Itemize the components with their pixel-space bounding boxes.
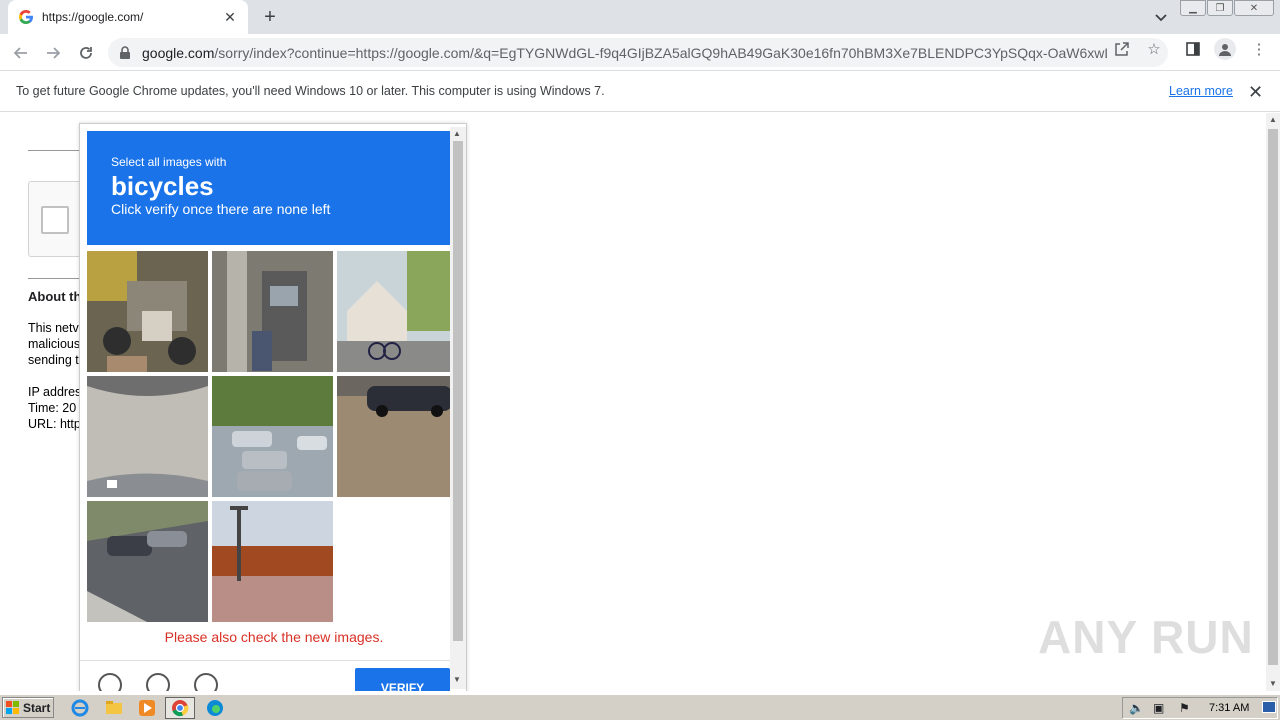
image-tile[interactable] — [87, 251, 208, 372]
scroll-up-arrow-icon[interactable]: ▲ — [453, 129, 461, 138]
menu-kebab-icon[interactable]: ⋮ — [1250, 40, 1268, 58]
divider — [28, 150, 80, 151]
reload-challenge-icon[interactable] — [98, 673, 122, 691]
close-window-button[interactable]: ✕ — [1234, 0, 1274, 16]
start-label: Start — [23, 700, 51, 715]
url-host: google.com — [142, 44, 215, 61]
image-tile[interactable] — [212, 376, 333, 497]
lock-icon[interactable] — [118, 45, 132, 60]
instruction-target: bicycles — [111, 171, 214, 201]
internet-explorer-icon[interactable] — [70, 698, 90, 718]
anyrun-watermark: ANY RUN — [1038, 611, 1254, 663]
volume-icon[interactable]: 🔈 — [1129, 701, 1144, 715]
recaptcha-checkbox[interactable] — [41, 206, 69, 234]
browser-toolbar: google.com/sorry/index?continue=https://… — [0, 34, 1280, 71]
tab-search-chevron-icon[interactable] — [1152, 8, 1170, 26]
recaptcha-challenge: Select all images with bicycles Click ve… — [79, 123, 467, 691]
image-tile[interactable] — [87, 501, 208, 622]
info-line: IP addres — [28, 385, 80, 399]
scrollbar-thumb[interactable] — [1268, 129, 1278, 665]
page-content: About th This netv malicious sending t I… — [0, 113, 1266, 691]
start-button[interactable]: Start — [2, 697, 54, 718]
file-explorer-icon[interactable] — [104, 698, 124, 718]
url-path: /sorry/index?continue=https://google.com… — [214, 44, 1107, 61]
restore-button[interactable]: ❐ — [1207, 0, 1233, 16]
forward-arrow-icon[interactable] — [42, 42, 64, 64]
about-heading: About th — [28, 289, 80, 304]
windows-flag-icon — [6, 700, 20, 715]
challenge-footer: VERIFY — [80, 660, 466, 691]
profile-avatar-icon[interactable] — [1214, 38, 1236, 60]
address-bar[interactable]: google.com/sorry/index?continue=https://… — [108, 38, 1168, 67]
scroll-down-arrow-icon[interactable]: ▼ — [1269, 679, 1277, 688]
scroll-down-arrow-icon[interactable]: ▼ — [453, 675, 461, 684]
tab-title: https://google.com/ — [42, 10, 144, 24]
image-tile[interactable] — [212, 251, 333, 372]
audio-challenge-icon[interactable] — [146, 673, 170, 691]
page-scrollbar[interactable]: ▲ ▼ — [1266, 113, 1280, 691]
url-text[interactable]: google.com/sorry/index?continue=https://… — [142, 45, 1107, 61]
edge-icon[interactable] — [205, 698, 225, 718]
scrollbar-thumb[interactable] — [453, 141, 463, 641]
network-icon[interactable]: ▣ — [1153, 701, 1164, 715]
clock[interactable]: 7:31 AM — [1209, 702, 1249, 714]
scroll-up-arrow-icon[interactable]: ▲ — [1269, 115, 1277, 124]
google-favicon-icon — [18, 9, 34, 25]
tab-close-icon[interactable]: ✕ — [222, 9, 238, 25]
error-message: Please also check the new images. — [164, 629, 384, 645]
info-line: malicious — [28, 337, 80, 351]
infobar-message: To get future Google Chrome updates, you… — [16, 84, 605, 98]
back-arrow-icon[interactable] — [10, 42, 32, 64]
update-infobar: To get future Google Chrome updates, you… — [0, 71, 1280, 112]
minimize-button[interactable]: ▁ — [1180, 0, 1206, 16]
info-line: sending t — [28, 353, 79, 367]
side-panel-icon[interactable] — [1184, 40, 1202, 58]
image-tile[interactable] — [87, 376, 208, 497]
windows-taskbar: Start 🔈 ▣ ⚑ 7:31 AM — [0, 694, 1280, 720]
window-controls: ▁ ❐ ✕ — [1179, 0, 1274, 16]
divider — [28, 278, 80, 279]
image-tile[interactable] — [337, 251, 450, 372]
learn-more-link[interactable]: Learn more — [1169, 84, 1233, 98]
tab-google[interactable]: https://google.com/ ✕ — [8, 0, 248, 34]
share-icon[interactable] — [1113, 40, 1131, 58]
info-line: URL: http — [28, 417, 80, 431]
challenge-header: Select all images with bicycles Click ve… — [87, 131, 450, 245]
tab-strip: https://google.com/ ✕ + ▁ ❐ ✕ — [0, 0, 1280, 34]
show-desktop-icon[interactable] — [1262, 701, 1276, 713]
reload-icon[interactable] — [75, 42, 97, 64]
infobar-close-icon[interactable]: ✕ — [1248, 82, 1263, 103]
system-tray: 🔈 ▣ ⚑ 7:31 AM — [1122, 697, 1278, 719]
instruction-small: Select all images with — [111, 155, 227, 169]
new-tab-button[interactable]: + — [258, 6, 282, 28]
action-center-flag-icon[interactable]: ⚑ — [1179, 701, 1190, 715]
chrome-icon[interactable] — [165, 697, 195, 719]
captcha-scrollbar[interactable]: ▲ ▼ — [450, 127, 466, 689]
info-line: Time: 20 — [28, 401, 77, 415]
image-tile[interactable] — [212, 501, 333, 622]
help-icon[interactable] — [194, 673, 218, 691]
info-line: This netv — [28, 321, 79, 335]
instruction-sub: Click verify once there are none left — [111, 201, 331, 217]
media-player-icon[interactable] — [137, 698, 157, 718]
verify-button[interactable]: VERIFY — [355, 668, 450, 691]
bookmark-star-icon[interactable]: ☆ — [1145, 40, 1163, 58]
image-tile[interactable] — [337, 376, 450, 497]
